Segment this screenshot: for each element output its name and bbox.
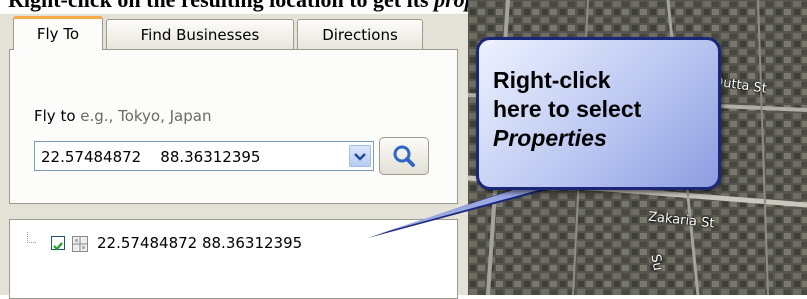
placemark-grid-icon xyxy=(72,236,88,252)
caption-text: Right-click on the resulting location to… xyxy=(8,0,434,12)
callout-line-3: Properties xyxy=(493,125,607,151)
place-checkbox[interactable] xyxy=(51,236,65,251)
dropdown-button[interactable] xyxy=(349,145,371,167)
fly-to-hint: e.g., Tokyo, Japan xyxy=(80,107,212,125)
street-label-su: Su xyxy=(647,253,666,272)
callout-line-2: here to select xyxy=(493,96,642,122)
magnifier-icon xyxy=(393,145,415,167)
fly-to-input-value[interactable]: 22.57484872 88.36312395 xyxy=(41,148,260,166)
checkmark-icon xyxy=(53,242,63,251)
places-panel: 22.57484872 88.36312395 xyxy=(9,219,458,299)
callout-text: Right-click here to select Properties xyxy=(493,66,641,153)
fly-to-input[interactable]: 22.57484872 88.36312395 xyxy=(34,141,374,171)
tab-fly-to[interactable]: Fly To xyxy=(13,16,103,50)
tab-directions[interactable]: Directions xyxy=(297,19,423,49)
fly-to-label: Fly to e.g., Tokyo, Japan xyxy=(34,107,211,125)
fly-to-panel: Fly to e.g., Tokyo, Japan 22.57484872 88… xyxy=(9,49,458,204)
sidebar-panel: Fly To Find Businesses Directions Fly to… xyxy=(0,14,468,299)
chevron-down-icon xyxy=(354,153,366,161)
fly-to-label-text: Fly to xyxy=(34,107,76,125)
place-item-label[interactable]: 22.57484872 88.36312395 xyxy=(97,234,302,252)
tree-connector-icon xyxy=(27,232,36,243)
callout-line-1: Right-click xyxy=(493,67,611,93)
callout-box: Right-click here to select Properties xyxy=(476,37,721,190)
search-button[interactable] xyxy=(379,137,429,175)
tab-find-businesses[interactable]: Find Businesses xyxy=(106,19,294,49)
